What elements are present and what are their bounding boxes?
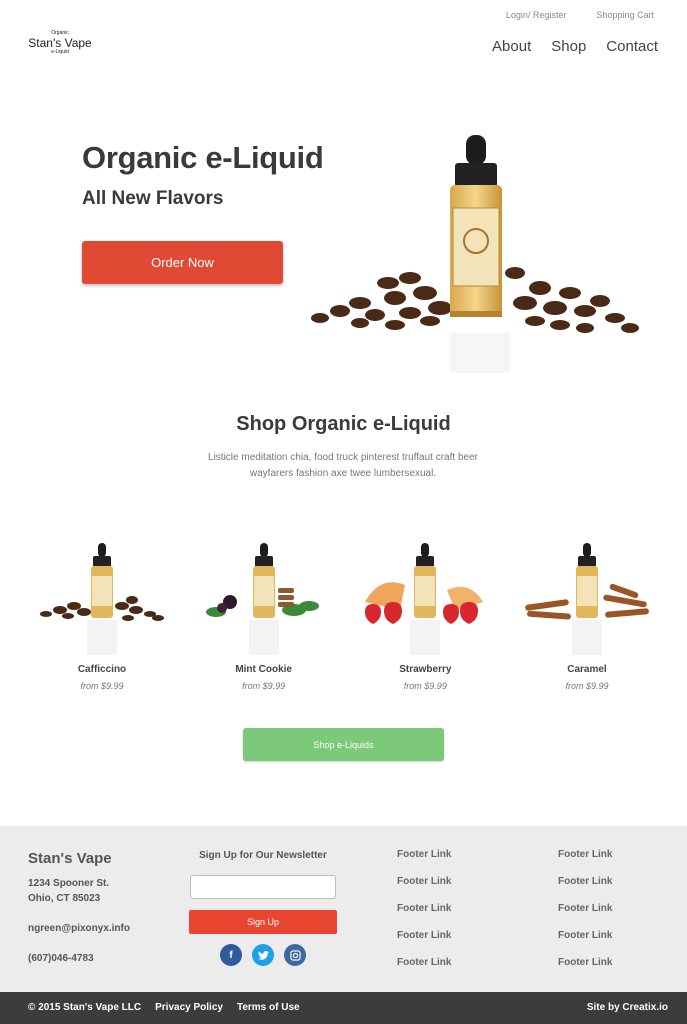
hero-subtitle: All New Flavors (82, 188, 224, 209)
product-name[interactable]: Caramel (507, 664, 667, 675)
footer-brand: Stan's Vape (28, 850, 112, 867)
bottom-bar: © 2015 Stan's Vape LLC Privacy Policy Te… (0, 992, 687, 1024)
product-price: from $9.99 (565, 681, 609, 691)
product-card[interactable]: Caramel from $9.99 (507, 540, 667, 691)
newsletter-title: Sign Up for Our Newsletter (199, 850, 327, 861)
footer-links-column-2: Footer Link Footer Link Footer Link Foot… (558, 848, 612, 969)
product-card[interactable]: Cafficcino from $9.99 (22, 540, 182, 691)
twitter-icon[interactable] (252, 944, 274, 966)
shop-section-title: Shop Organic e-Liquid (236, 413, 451, 435)
footer-link[interactable]: Footer Link (397, 848, 451, 861)
product-image-strawberry (365, 543, 484, 655)
hero-product-image (311, 135, 639, 373)
main-nav: About Shop Contact (492, 38, 658, 55)
shopping-cart-link[interactable]: Shopping Cart (596, 10, 654, 20)
privacy-policy-link[interactable]: Privacy Policy (155, 1002, 223, 1013)
logo-tagline-bottom: e-Liquid (51, 49, 69, 55)
footer-address: 1234 Spooner St. Ohio, CT 85023 (28, 876, 109, 906)
facebook-icon[interactable]: f (220, 944, 242, 966)
product-name[interactable]: Cafficcino (22, 664, 182, 675)
shop-eliquids-button[interactable]: Shop e-Liquids (243, 728, 444, 761)
logo-wordmark: Stan's Vape (28, 36, 92, 50)
footer-link[interactable]: Footer Link (558, 875, 612, 888)
hero-title: Organic e-Liquid (82, 140, 324, 175)
footer-link[interactable]: Footer Link (397, 875, 451, 888)
login-register-link[interactable]: Login/ Register (506, 10, 567, 20)
site-credit-link[interactable]: Site by Creatix.io (587, 1002, 668, 1013)
product-name[interactable]: Strawberry (345, 664, 505, 675)
newsletter-signup-button[interactable]: Sign Up (189, 910, 337, 934)
nav-about[interactable]: About (492, 38, 531, 55)
product-price: from $9.99 (403, 681, 447, 691)
top-utility-bar: Login/ Register Shopping Cart (506, 10, 654, 20)
product-image-coffee (40, 543, 164, 655)
footer-link[interactable]: Footer Link (558, 956, 612, 969)
footer-link[interactable]: Footer Link (397, 929, 451, 942)
product-card[interactable]: Strawberry from $9.99 (345, 540, 505, 691)
order-now-button[interactable]: Order Now (82, 241, 283, 284)
instagram-icon[interactable] (284, 944, 306, 966)
product-price: from $9.99 (242, 681, 286, 691)
copyright-text: © 2015 Stan's Vape LLC (28, 1002, 142, 1013)
nav-shop[interactable]: Shop (551, 38, 586, 55)
product-image-mint-cookie (205, 543, 319, 655)
footer-phone: (607)046-4783 (28, 953, 94, 964)
footer: Stan's Vape 1234 Spooner St. Ohio, CT 85… (0, 826, 687, 992)
footer-link[interactable]: Footer Link (558, 929, 612, 942)
footer-link[interactable]: Footer Link (558, 902, 612, 915)
newsletter-email-input[interactable] (190, 875, 336, 899)
product-price: from $9.99 (80, 681, 124, 691)
footer-email[interactable]: ngreen@pixonyx.info (28, 923, 130, 934)
footer-address-line1: 1234 Spooner St. (28, 878, 110, 889)
footer-link[interactable]: Footer Link (397, 902, 451, 915)
bottom-bar-left: © 2015 Stan's Vape LLC Privacy Policy Te… (28, 1002, 300, 1013)
product-image-caramel (525, 543, 649, 655)
footer-links-column-1: Footer Link Footer Link Footer Link Foot… (397, 848, 451, 969)
footer-link[interactable]: Footer Link (397, 956, 451, 969)
product-card[interactable]: Mint Cookie from $9.99 (184, 540, 344, 691)
product-grid: Cafficcino from $9.99 Mint Cookie from $… (22, 540, 667, 691)
footer-link[interactable]: Footer Link (558, 848, 612, 861)
terms-of-use-link[interactable]: Terms of Use (237, 1002, 300, 1013)
social-links: f (220, 944, 306, 966)
footer-address-line2: Ohio, CT 85023 (28, 893, 101, 904)
nav-contact[interactable]: Contact (606, 38, 658, 55)
site-logo[interactable]: Organic Stan's Vape e-Liquid (28, 31, 92, 55)
shop-section-description: Listicle meditation chia, food truck pin… (208, 452, 478, 479)
product-name[interactable]: Mint Cookie (184, 664, 344, 675)
